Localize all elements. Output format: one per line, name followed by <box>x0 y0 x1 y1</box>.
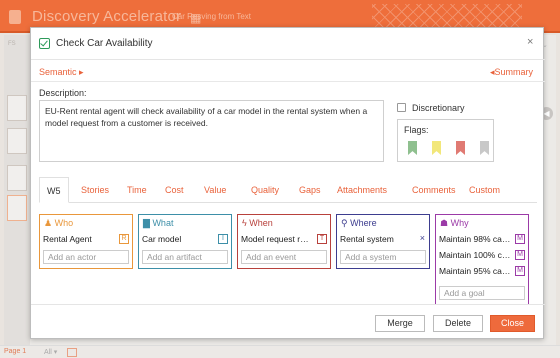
check-car-availability-dialog: Check Car Availability × Semantic ▸ ◂Sum… <box>30 27 545 340</box>
description-label: Description: <box>39 88 87 98</box>
header-pattern <box>372 4 522 28</box>
tab-w5[interactable]: W5 <box>39 177 69 203</box>
flags-panel: Flags: <box>397 119 494 162</box>
where-title: Where <box>350 218 377 228</box>
why-item-text: Maintain 100% ca... <box>439 250 511 260</box>
motivation-badge: M <box>515 234 525 244</box>
description-textarea[interactable]: EU-Rent rental agent will check availabi… <box>39 100 384 162</box>
add-goal-input[interactable]: Add a goal <box>439 286 525 300</box>
where-header: ⚲ Where <box>337 215 429 232</box>
person-icon: ♟ <box>44 218 53 228</box>
nav-semantic-link[interactable]: Semantic ▸ <box>39 67 84 78</box>
background-card <box>7 128 27 154</box>
why-column: ☗ Why Maintain 98% car... M Maintain 100… <box>435 214 529 305</box>
remove-icon[interactable]: × <box>420 233 425 243</box>
background-card <box>7 95 27 121</box>
app-tab[interactable]: Car Resving from Text <box>172 12 251 21</box>
tab-custom[interactable]: Custom <box>469 185 500 195</box>
app-side-label: FS <box>8 41 16 47</box>
tab-time[interactable]: Time <box>127 185 147 195</box>
dialog-nav: Semantic ▸ ◂Summary <box>31 60 545 82</box>
who-column: ♟ Who Rental Agent R Add an actor <box>39 214 133 269</box>
close-button[interactable]: Close <box>490 315 535 332</box>
nav-summary-link[interactable]: ◂Summary <box>490 67 533 78</box>
when-item[interactable]: Model request rec... T <box>238 232 330 248</box>
discretionary-checkbox[interactable] <box>397 103 406 112</box>
background-card <box>7 165 27 191</box>
who-header: ♟ Who <box>40 215 132 232</box>
why-item[interactable]: Maintain 100% ca... M <box>436 248 528 264</box>
document-icon: ▇ <box>143 218 150 228</box>
add-page-icon[interactable] <box>67 348 77 357</box>
green-flag-icon[interactable] <box>408 141 417 155</box>
dialog-title: Check Car Availability <box>56 38 153 49</box>
why-title: Why <box>450 218 469 228</box>
tab-cost[interactable]: Cost <box>165 185 184 195</box>
grey-flag-icon[interactable] <box>480 141 489 155</box>
add-system-input[interactable]: Add a system <box>340 250 426 264</box>
app-logo-icon <box>9 10 21 24</box>
location-pin-icon: ⚲ <box>341 218 348 228</box>
page-tab[interactable]: Page 1 <box>4 348 26 355</box>
dialog-header: Check Car Availability × <box>31 28 545 60</box>
dialog-footer: Merge Delete Close <box>31 304 545 340</box>
who-title: Who <box>54 218 74 228</box>
where-item-text: Rental system <box>340 234 394 244</box>
when-column: ϟ When Model request rec... T Add an eve… <box>237 214 331 269</box>
yellow-flag-icon[interactable] <box>432 141 441 155</box>
why-item[interactable]: Maintain 95% car... M <box>436 264 528 280</box>
tab-attachments[interactable]: Attachments <box>337 185 387 195</box>
info-badge: I <box>218 234 228 244</box>
app-footer: Page 1 All ▾ <box>0 345 560 358</box>
where-item[interactable]: Rental system × <box>337 232 429 248</box>
tab-comments[interactable]: Comments <box>412 185 456 195</box>
who-item[interactable]: Rental Agent R <box>40 232 132 248</box>
why-item-text: Maintain 98% car... <box>439 234 511 244</box>
checkbox-task-icon <box>39 38 50 49</box>
when-header: ϟ When <box>238 215 330 232</box>
who-item-text: Rental Agent <box>43 234 92 244</box>
app-title: Discovery Accelerator <box>32 8 182 25</box>
role-badge: R <box>119 234 129 244</box>
lightning-icon: ϟ <box>242 218 247 228</box>
add-actor-input[interactable]: Add an actor <box>43 250 129 264</box>
when-item-text: Model request rec... <box>241 234 313 244</box>
discretionary-label: Discretionary <box>412 103 465 113</box>
what-column: ▇ What Car model I Add an artifact <box>138 214 232 269</box>
what-header: ▇ What <box>139 215 231 232</box>
tab-quality[interactable]: Quality <box>251 185 279 195</box>
add-event-input[interactable]: Add an event <box>241 250 327 264</box>
why-item-text: Maintain 95% car... <box>439 266 511 276</box>
tab-value[interactable]: Value <box>204 185 226 195</box>
add-artifact-input[interactable]: Add an artifact <box>142 250 228 264</box>
why-header: ☗ Why <box>436 215 528 232</box>
merge-button[interactable]: Merge <box>375 315 425 332</box>
close-icon[interactable]: × <box>527 36 533 48</box>
when-title: When <box>249 218 273 228</box>
goal-icon: ☗ <box>440 218 449 228</box>
flags-label: Flags: <box>404 125 429 135</box>
motivation-badge: M <box>515 266 525 276</box>
all-dropdown[interactable]: All ▾ <box>44 348 57 356</box>
background-card <box>7 195 27 221</box>
dialog-tabs: W5 Stories Time Cost Value Quality Gaps … <box>39 177 537 203</box>
what-item-text: Car model <box>142 234 182 244</box>
delete-button[interactable]: Delete <box>433 315 483 332</box>
red-flag-icon[interactable] <box>456 141 465 155</box>
what-title: What <box>152 218 174 228</box>
trigger-badge: T <box>317 234 327 244</box>
why-item[interactable]: Maintain 98% car... M <box>436 232 528 248</box>
what-item[interactable]: Car model I <box>139 232 231 248</box>
tab-gaps[interactable]: Gaps <box>299 185 321 195</box>
motivation-badge: M <box>515 250 525 260</box>
where-column: ⚲ Where Rental system × Add a system <box>336 214 430 269</box>
tab-stories[interactable]: Stories <box>81 185 109 195</box>
